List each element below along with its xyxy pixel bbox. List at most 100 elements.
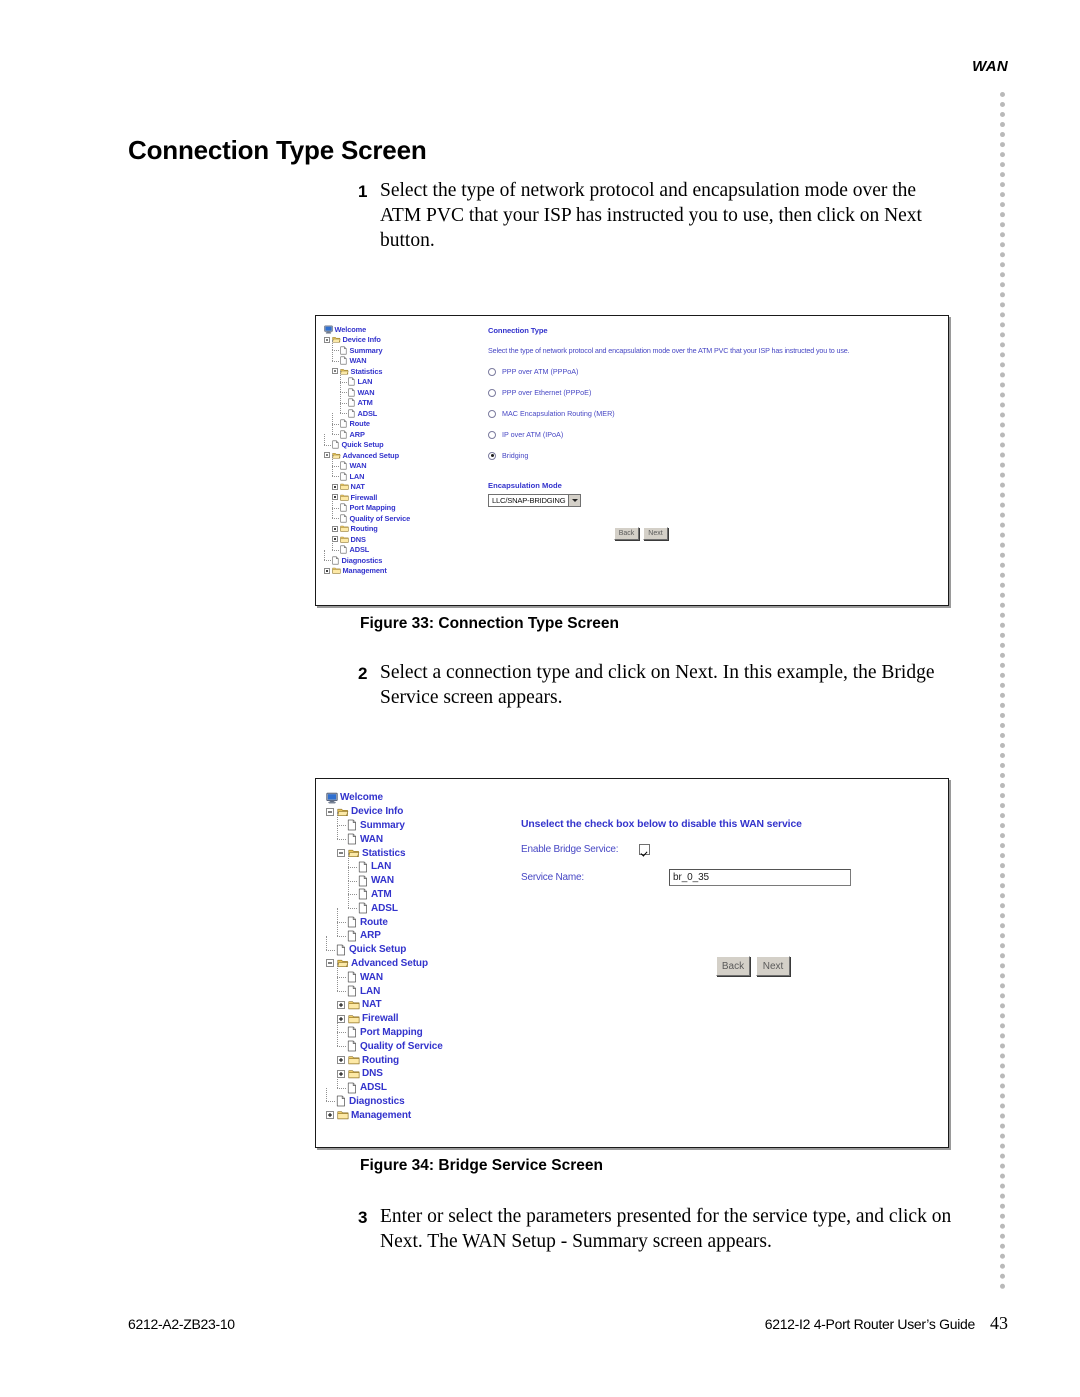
tree-item-wan[interactable]: WAN [326,963,526,984]
radio-icon[interactable] [488,367,496,376]
tree-item-routing[interactable]: Routing [326,1053,526,1067]
tree-item-routing[interactable]: Routing [324,524,494,535]
tree-item-advanced-setup[interactable]: Advanced Setup [324,450,494,461]
radio-option-bridging[interactable]: Bridging [488,451,942,460]
tree-item-adsl[interactable]: ADSL [326,1073,526,1095]
tree-item-dns[interactable]: DNS [326,1067,526,1081]
radio-icon[interactable] [488,430,496,439]
collapse-icon[interactable] [332,368,338,375]
radio-icon[interactable] [488,409,496,418]
expand-icon[interactable] [324,567,330,574]
collapse-icon[interactable] [337,849,345,858]
expand-icon[interactable] [337,1056,345,1065]
tree-item-lan[interactable]: LAN [326,977,526,998]
tree-item-label: Quality of Service [360,1040,443,1052]
step-number: 3 [358,1208,368,1227]
radio-option-pppoe[interactable]: PPP over Ethernet (PPPoE) [488,388,942,397]
tree-item-nat[interactable]: NAT [326,998,526,1012]
select-value: LLC/SNAP-BRIDGING [492,496,566,505]
tree-item-adsl[interactable]: ADSL [324,402,494,419]
tree-item-arp[interactable]: ARP [324,423,494,440]
tree-item-wan[interactable]: WAN [326,825,526,846]
enable-bridge-service-checkbox[interactable] [639,844,650,855]
tree-item-adsl[interactable]: ADSL [326,894,526,915]
tree-item-arp[interactable]: ARP [326,922,526,943]
tree-item-welcome[interactable]: Welcome [324,324,494,335]
radio-option-mer[interactable]: MAC Encapsulation Routing (MER) [488,409,942,418]
tree-item-summary[interactable]: Summary [324,339,494,356]
chevron-down-icon[interactable] [568,495,581,506]
step-item: 2 Select a connection type and click on … [358,660,958,710]
tree-item-nat[interactable]: NAT [324,482,494,493]
collapse-icon[interactable] [324,452,330,459]
tree-item-device-info[interactable]: Device Info [326,805,526,819]
expand-icon[interactable] [332,483,338,490]
tree-item-diagnostics[interactable]: Diagnostics [324,549,494,566]
radio-option-ipoa[interactable]: IP over ATM (IPoA) [488,430,942,439]
tree-item-dns[interactable]: DNS [324,534,494,545]
encapsulation-mode-select[interactable]: LLC/SNAP-BRIDGING [488,494,582,507]
expand-icon[interactable] [337,1014,345,1023]
page-icon [347,409,356,418]
tree-item-label: Device Info [351,806,404,818]
tree-item-route[interactable]: Route [326,908,526,929]
tree-item-firewall[interactable]: Firewall [324,492,494,503]
navigation-tree[interactable]: Welcome Device Info Summary WAN Statistics LA… [324,324,494,576]
tree-item-atm[interactable]: ATM [326,880,526,902]
tree-item-firewall[interactable]: Firewall [326,1012,526,1026]
back-button[interactable]: Back [614,527,639,540]
panel-description: Select the type of network protocol and … [488,346,850,355]
tree-item-wan[interactable]: WAN [324,381,494,398]
step-number: 1 [358,182,368,201]
tree-item-port-mapping[interactable]: Port Mapping [326,1018,526,1040]
tree-item-wan[interactable]: WAN [324,350,494,367]
folder-closed-icon [348,1068,360,1080]
tree-item-lan[interactable]: LAN [324,371,494,388]
tree-item-diagnostics[interactable]: Diagnostics [326,1087,526,1109]
tree-item-label: Statistics [350,366,383,376]
radio-label: MAC Encapsulation Routing (MER) [502,409,615,418]
expand-icon[interactable] [326,1111,334,1120]
radio-icon[interactable] [488,388,496,397]
tree-item-quick-setup[interactable]: Quick Setup [326,935,526,957]
tree-item-adsl[interactable]: ADSL [324,539,494,556]
tree-item-wan[interactable]: WAN [326,866,526,888]
expand-icon[interactable] [337,1000,345,1009]
tree-item-welcome[interactable]: Welcome [326,791,526,805]
folder-closed-icon [332,566,341,575]
tree-connector [340,392,347,409]
tree-item-advanced-setup[interactable]: Advanced Setup [326,957,526,971]
next-button[interactable]: Next [756,956,790,976]
expand-icon[interactable] [332,525,338,532]
tree-item-lan[interactable]: LAN [324,465,494,482]
tree-item-quick-setup[interactable]: Quick Setup [324,434,494,451]
tree-item-management[interactable]: Management [326,1108,526,1122]
tree-item-route[interactable]: Route [324,413,494,430]
radio-icon-selected[interactable] [488,451,496,460]
tree-item-atm[interactable]: ATM [324,392,494,409]
service-name-input[interactable]: br_0_35 [669,869,851,886]
tree-item-device-info[interactable]: Device Info [324,335,494,346]
radio-option-pppoa[interactable]: PPP over ATM (PPPoA) [488,367,942,376]
next-button[interactable]: Next [643,527,668,540]
tree-item-statistics[interactable]: Statistics [326,846,526,860]
tree-item-summary[interactable]: Summary [326,811,526,833]
collapse-icon[interactable] [326,959,334,968]
tree-item-statistics[interactable]: Statistics [324,366,494,377]
page-icon [335,1095,347,1107]
tree-item-quality-of-service[interactable]: Quality of Service [324,507,494,524]
expand-icon[interactable] [337,1069,345,1078]
tree-item-lan[interactable]: LAN [326,853,526,874]
tree-item-quality-of-service[interactable]: Quality of Service [326,1032,526,1053]
collapse-icon[interactable] [326,807,334,816]
tree-item-management[interactable]: Management [324,566,494,577]
tree-item-port-mapping[interactable]: Port Mapping [324,497,494,514]
navigation-tree[interactable]: Welcome Device Info Summary WAN Statistics LA… [326,791,526,1122]
back-button[interactable]: Back [716,956,750,976]
tree-item-wan[interactable]: WAN [324,455,494,472]
collapse-icon[interactable] [324,336,330,343]
